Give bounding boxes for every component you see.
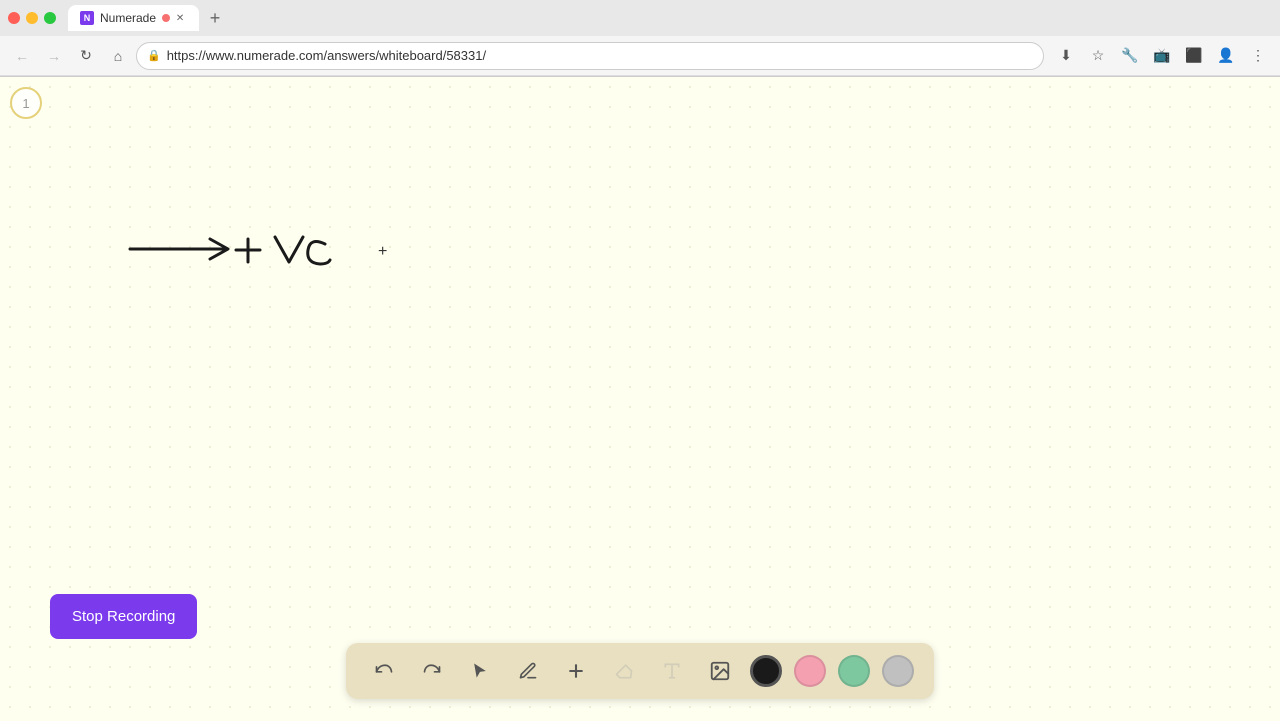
bookmark-button[interactable]: ☆ — [1084, 42, 1112, 70]
color-black-swatch[interactable] — [750, 655, 782, 687]
tab-favicon: N — [80, 11, 94, 25]
back-button[interactable]: ← — [8, 42, 36, 70]
image-tool-button[interactable] — [702, 653, 738, 689]
color-pink-swatch[interactable] — [794, 655, 826, 687]
window-controls — [8, 12, 56, 24]
active-tab[interactable]: N Numerade ✕ — [68, 5, 199, 31]
new-tab-button[interactable]: + — [203, 6, 227, 30]
profile-button[interactable]: 👤 — [1212, 42, 1240, 70]
apps-button[interactable]: ⬛ — [1180, 42, 1208, 70]
bottom-toolbar — [346, 643, 934, 699]
browser-chrome: N Numerade ✕ + ← → ↻ ⌂ 🔒 https://www.num… — [0, 0, 1280, 77]
add-element-button[interactable] — [558, 653, 594, 689]
maximize-button[interactable] — [44, 12, 56, 24]
navigation-toolbar: ← → ↻ ⌂ 🔒 https://www.numerade.com/answe… — [0, 36, 1280, 76]
address-bar[interactable]: 🔒 https://www.numerade.com/answers/white… — [136, 42, 1044, 70]
text-tool-button[interactable] — [654, 653, 690, 689]
cursor-crosshair: + — [378, 243, 387, 261]
color-green-swatch[interactable] — [838, 655, 870, 687]
redo-button[interactable] — [414, 653, 450, 689]
menu-button[interactable]: ⋮ — [1244, 42, 1272, 70]
lock-icon: 🔒 — [147, 49, 161, 62]
title-bar: N Numerade ✕ + — [0, 0, 1280, 36]
stop-recording-button[interactable]: Stop Recording — [50, 594, 197, 639]
color-gray-swatch[interactable] — [882, 655, 914, 687]
extensions-button[interactable]: 🔧 — [1116, 42, 1144, 70]
download-button[interactable]: ⬇ — [1052, 42, 1080, 70]
refresh-button[interactable]: ↻ — [72, 42, 100, 70]
tab-close-button[interactable]: ✕ — [173, 11, 187, 25]
toolbar-actions: ⬇ ☆ 🔧 📺 ⬛ 👤 ⋮ — [1052, 42, 1272, 70]
minimize-button[interactable] — [26, 12, 38, 24]
url-text: https://www.numerade.com/answers/whitebo… — [167, 48, 486, 63]
whiteboard-area[interactable]: 1 + Stop Recording — [0, 77, 1280, 721]
home-button[interactable]: ⌂ — [104, 42, 132, 70]
undo-button[interactable] — [366, 653, 402, 689]
close-button[interactable] — [8, 12, 20, 24]
page-number-badge: 1 — [10, 87, 42, 119]
select-tool-button[interactable] — [462, 653, 498, 689]
tab-bar: N Numerade ✕ + — [68, 5, 1272, 31]
cast-button[interactable]: 📺 — [1148, 42, 1176, 70]
tab-title: Numerade — [100, 11, 156, 25]
pen-tool-button[interactable] — [510, 653, 546, 689]
forward-button[interactable]: → — [40, 42, 68, 70]
tab-recording-dot — [162, 14, 170, 22]
eraser-tool-button[interactable] — [606, 653, 642, 689]
